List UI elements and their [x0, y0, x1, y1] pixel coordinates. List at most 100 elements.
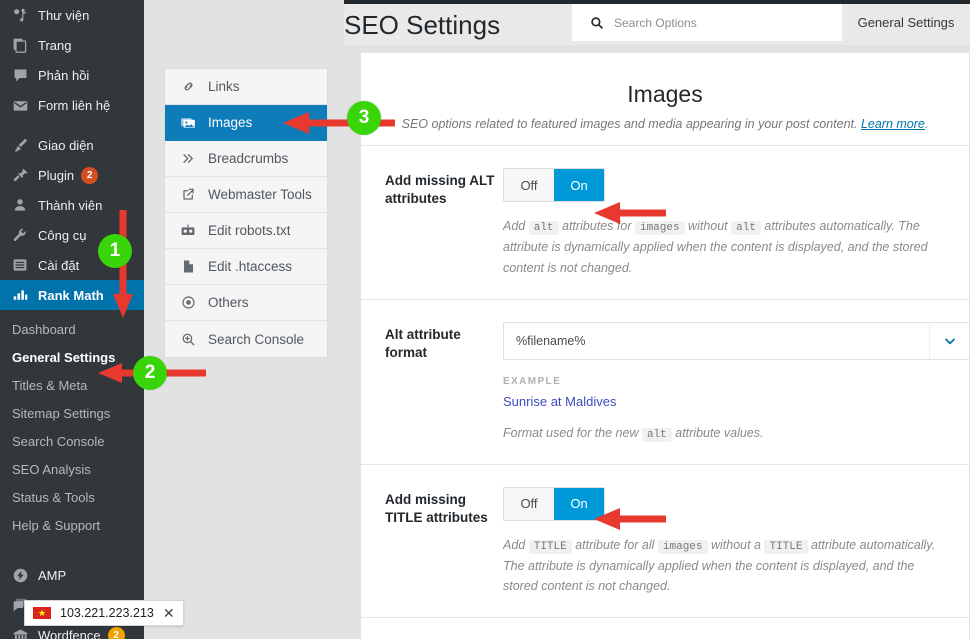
help-part: Format used for the new: [503, 425, 642, 440]
code-alt-1: alt: [528, 221, 559, 236]
help-part: attribute for all: [571, 537, 658, 552]
field-body-alt-format: %filename% EXAMPLE Sunrise at Maldives F…: [503, 321, 969, 444]
field-label-alt-attributes: Add missing ALT attributes: [385, 173, 495, 207]
sidebar-item-label: Cài đặt: [38, 257, 80, 273]
media-icon: [10, 5, 30, 25]
tab-general-settings[interactable]: General Settings: [842, 4, 970, 41]
field-body-alt-attributes: Off On Add alt attributes for images wit…: [503, 168, 945, 278]
appearance-brush-icon: [10, 135, 30, 155]
settings-nav-item-others[interactable]: Others: [165, 285, 327, 321]
annotation-arrow-5: [594, 508, 666, 530]
sidebar-separator: [0, 120, 144, 130]
help-part: without: [684, 219, 732, 234]
sidebar-item-label: Giao diện: [38, 137, 94, 153]
toggle-alt-attributes[interactable]: Off On: [503, 168, 605, 203]
submenu-item-seo-analysis[interactable]: SEO Analysis: [0, 456, 144, 484]
settings-nav-label: Edit robots.txt: [208, 223, 291, 238]
settings-card: Images SEO options related to featured i…: [360, 52, 970, 639]
settings-sliders-icon: [10, 255, 30, 275]
field-label-alt-format: Alt attribute format: [385, 326, 461, 360]
rank-math-submenu: Dashboard General Settings Titles & Meta…: [0, 310, 144, 550]
code-title-1: TITLE: [528, 539, 572, 554]
field-row-alt-format: Alt attribute format %filename% EXAMPLE …: [361, 298, 969, 464]
code-alt-2: alt: [731, 221, 761, 236]
submenu-item-status-tools[interactable]: Status & Tools: [0, 484, 144, 512]
ip-address-text: 103.221.223.213: [60, 606, 154, 620]
settings-nav-item-breadcrumbs[interactable]: Breadcrumbs: [165, 141, 327, 177]
toggle-option-off[interactable]: Off: [504, 169, 554, 202]
amp-bolt-icon: [10, 565, 30, 585]
card-bottom-divider: [361, 617, 969, 619]
sidebar-item-label: Phản hồi: [38, 67, 90, 83]
wordfence-badge: 2: [107, 626, 125, 639]
alt-format-select[interactable]: %filename%: [503, 321, 969, 360]
help-text-alt-format: Format used for the new alt attribute va…: [503, 423, 969, 444]
sidebar-separator-2: [0, 550, 144, 560]
example-label: EXAMPLE: [503, 375, 562, 387]
settings-nav-item-edit-robots[interactable]: Edit robots.txt: [165, 213, 327, 249]
sidebar-item-comments[interactable]: Phản hồi: [0, 60, 144, 90]
users-icon: [10, 195, 30, 215]
alt-format-value: %filename%: [516, 333, 586, 348]
sidebar-item-label: Rank Math: [38, 287, 104, 303]
settings-nav-item-search-console[interactable]: Search Console: [165, 321, 327, 357]
learn-more-link[interactable]: Learn more: [861, 117, 925, 131]
close-icon[interactable]: ✕: [163, 606, 175, 620]
toggle-title-attributes[interactable]: Off On: [503, 486, 605, 521]
pages-icon: [10, 35, 30, 55]
comments-icon: [10, 65, 30, 85]
rank-math-icon: [10, 285, 30, 305]
file-document-icon: [179, 259, 197, 274]
search-input[interactable]: [614, 15, 814, 30]
card-title: Images: [627, 81, 703, 107]
submenu-item-sitemap-settings[interactable]: Sitemap Settings: [0, 400, 144, 428]
settings-nav-label: Others: [208, 295, 249, 310]
toggle-option-on[interactable]: On: [554, 169, 604, 202]
toggle-option-off[interactable]: Off: [504, 487, 554, 520]
main-panel: General Settings SEO Settings Images SEO…: [344, 0, 970, 639]
card-header: Images SEO options related to featured i…: [361, 53, 969, 145]
help-text-alt-attributes: Add alt attributes for images without al…: [503, 216, 945, 278]
help-text-title-attributes: Add TITLE attribute for all images witho…: [503, 535, 945, 597]
sidebar-item-appearance[interactable]: Giao diện: [0, 130, 144, 160]
magnifier-plus-icon: [179, 332, 197, 347]
submenu-item-help-support[interactable]: Help & Support: [0, 512, 144, 540]
ip-tooltip[interactable]: ★ 103.221.223.213 ✕: [24, 600, 184, 626]
sidebar-item-label: Trang: [38, 37, 72, 53]
settings-nav-item-webmaster-tools[interactable]: Webmaster Tools: [165, 177, 327, 213]
sidebar-item-amp[interactable]: AMP: [0, 560, 144, 590]
sidebar-item-media[interactable]: Thư viện: [0, 0, 144, 30]
settings-nav-item-edit-htaccess[interactable]: Edit .htaccess: [165, 249, 327, 285]
settings-nav-label: Webmaster Tools: [208, 187, 312, 202]
sidebar-item-plugins[interactable]: Plugin 2: [0, 160, 144, 190]
settings-nav-label: Images: [208, 115, 253, 130]
sidebar-item-pages[interactable]: Trang: [0, 30, 144, 60]
chevron-down-icon[interactable]: [929, 322, 969, 359]
search-options-box[interactable]: [572, 4, 842, 41]
envelope-icon: [10, 95, 30, 115]
card-description-text: SEO options related to featured images a…: [401, 117, 861, 131]
submenu-item-dashboard[interactable]: Dashboard: [0, 316, 144, 344]
card-description: SEO options related to featured images a…: [389, 115, 941, 133]
plugin-plug-icon: [10, 165, 30, 185]
settings-nav-label: Search Console: [208, 331, 305, 347]
field-label-title-attributes: Add missing TITLE attributes: [385, 491, 488, 525]
annotation-badge-1: 1: [98, 234, 132, 268]
help-part: attribute values.: [671, 425, 764, 440]
page-title: SEO Settings: [344, 10, 501, 40]
external-link-icon: [179, 187, 197, 202]
settings-nav-item-links[interactable]: Links: [165, 69, 327, 105]
card-description-period: .: [924, 117, 929, 131]
sidebar-item-contact-form[interactable]: Form liên hệ: [0, 90, 144, 120]
settings-nav-label: Links: [208, 79, 240, 94]
help-part: Add: [503, 219, 529, 234]
sidebar-item-label: Công cụ: [38, 227, 87, 243]
sidebar-item-label: Thành viên: [38, 197, 103, 213]
annotation-badge-3: 3: [347, 101, 381, 135]
code-alt-3: alt: [641, 427, 672, 442]
submenu-item-search-console[interactable]: Search Console: [0, 428, 144, 456]
image-picture-icon: [179, 115, 197, 131]
sidebar-item-label: Wordfence: [38, 627, 101, 639]
annotation-arrow-4: [594, 202, 666, 224]
wordfence-icon: [10, 625, 30, 639]
